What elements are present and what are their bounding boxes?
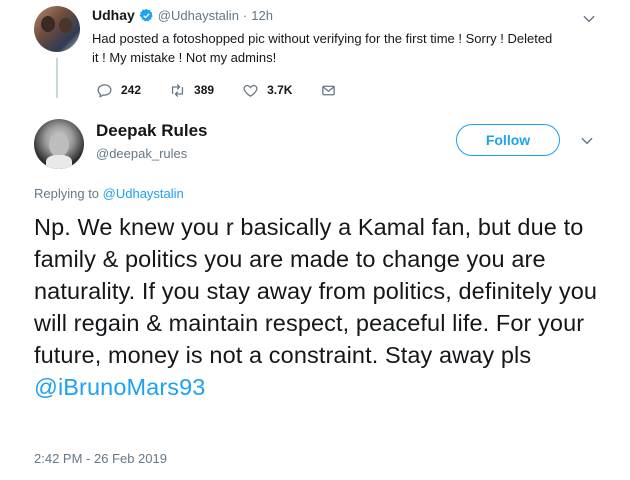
avatar[interactable] [34, 119, 84, 169]
parent-tweet-time[interactable]: 12h [251, 8, 273, 23]
replying-to-label: Replying to [34, 186, 103, 201]
replying-to-link[interactable]: @Udhaystalin [103, 186, 184, 201]
mention-link[interactable]: @iBrunoMars93 [34, 374, 205, 400]
author-handle[interactable]: @deepak_rules [96, 146, 187, 161]
parent-tweet-actions: 242 389 3.7K [96, 80, 373, 100]
chevron-down-icon[interactable] [580, 134, 594, 148]
parent-author-handle[interactable]: @Udhaystalin [158, 8, 239, 23]
replying-to-line: Replying to @Udhaystalin [34, 186, 184, 201]
tweet-timestamp[interactable]: 2:42 PM - 26 Feb 2019 [34, 451, 167, 466]
thread-connector-line [56, 58, 58, 98]
tweet-text: Np. We knew you r basically a Kamal fan,… [34, 211, 614, 403]
chevron-down-icon[interactable] [582, 12, 596, 26]
separator-dot: · [242, 7, 248, 23]
reply-icon [97, 83, 112, 98]
retweet-icon [171, 83, 184, 97]
like-icon [243, 84, 258, 97]
direct-message-icon [322, 85, 336, 95]
reply-action[interactable]: 242 [96, 82, 141, 99]
like-count: 3.7K [267, 83, 293, 97]
reply-count: 242 [121, 83, 142, 97]
parent-tweet-text: Had posted a fotoshopped pic without ver… [92, 31, 553, 65]
parent-author-name[interactable]: Udhay [92, 7, 135, 23]
avatar[interactable] [34, 6, 80, 52]
parent-tweet-header: Udhay @Udhaystalin · 12h [92, 7, 273, 23]
retweet-action[interactable]: 389 [169, 82, 214, 99]
verified-badge-icon [139, 8, 153, 21]
like-action[interactable]: 3.7K [242, 82, 292, 99]
retweet-count: 389 [194, 83, 215, 97]
follow-button[interactable]: Follow [456, 124, 560, 156]
direct-message-action[interactable] [320, 82, 345, 99]
author-name[interactable]: Deepak Rules [96, 121, 208, 141]
tweet-body: Np. We knew you r basically a Kamal fan,… [34, 214, 598, 368]
